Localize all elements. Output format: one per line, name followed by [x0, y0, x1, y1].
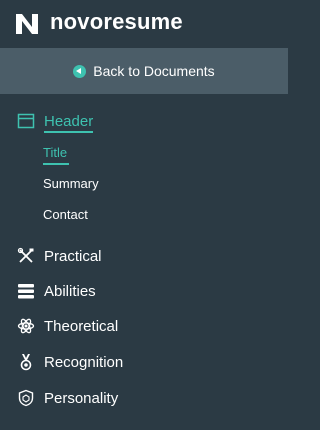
subitem-contact[interactable]: Contact	[43, 207, 88, 222]
atom-icon	[17, 318, 35, 334]
back-arrow-icon	[73, 64, 87, 78]
section-personality[interactable]: Personality	[0, 383, 288, 413]
back-button-content: Back to Documents	[73, 63, 215, 79]
section-recognition-label: Recognition	[44, 353, 124, 371]
subitem-title[interactable]: Title	[43, 145, 67, 160]
section-practical[interactable]: Practical	[0, 241, 288, 271]
section-theoretical-label: Theoretical	[44, 317, 119, 335]
section-personality-label: Personality	[44, 389, 119, 407]
subitem-summary[interactable]: Summary	[43, 176, 99, 191]
section-recognition[interactable]: Recognition	[0, 347, 288, 377]
novoresume-logo-icon	[16, 14, 38, 34]
section-practical-label: Practical	[44, 247, 102, 265]
active-subitem-underline	[43, 163, 69, 165]
crossed-tools-icon	[17, 247, 34, 263]
medal-icon	[20, 354, 32, 371]
back-label: Back to Documents	[93, 63, 215, 79]
active-section-underline	[44, 131, 93, 133]
brand-name: novoresume	[50, 9, 183, 34]
section-abilities-label: Abilities	[44, 282, 96, 300]
section-theoretical[interactable]: Theoretical	[0, 311, 288, 341]
stacked-bars-icon	[18, 284, 34, 299]
back-to-documents-button[interactable]: Back to Documents	[0, 48, 288, 94]
section-header-label: Header	[44, 112, 94, 130]
top-bar: novoresume	[0, 0, 288, 48]
shield-icon	[18, 389, 34, 407]
layout-window-icon	[17, 113, 35, 129]
section-abilities[interactable]: Abilities	[0, 276, 288, 306]
